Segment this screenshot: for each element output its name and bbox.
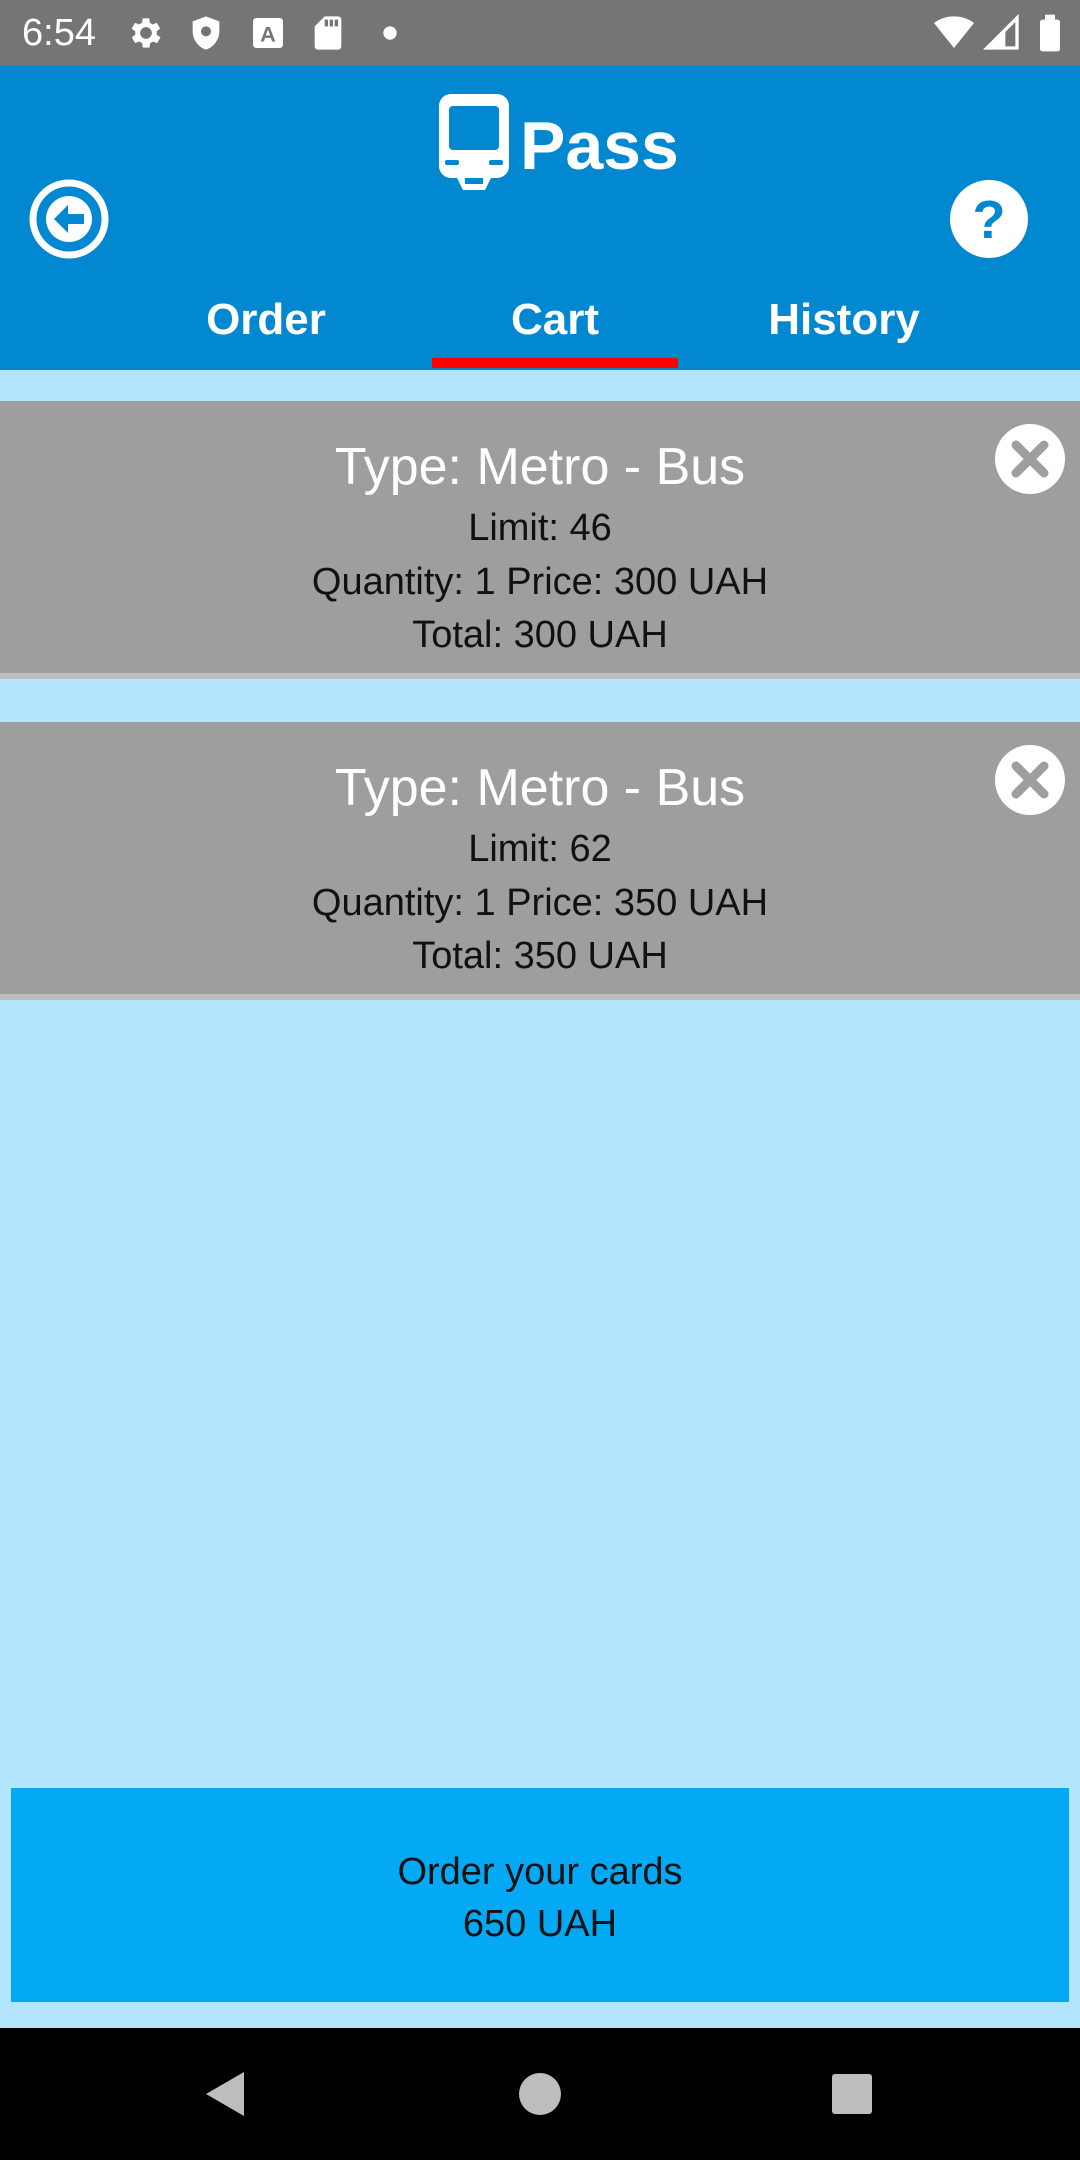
- system-nav-bar: [0, 2028, 1080, 2160]
- tab-order[interactable]: Order: [150, 270, 382, 370]
- wifi-icon: [934, 16, 974, 48]
- order-button-total: 650 UAH: [462, 1903, 618, 1945]
- cart-item-total: Total: 300 UAH: [412, 614, 668, 656]
- help-question-circle-icon[interactable]: ?: [948, 178, 1030, 260]
- status-time: 6:54: [22, 12, 96, 54]
- cart-item-limit: Limit: 46: [468, 507, 612, 549]
- shield-icon: [192, 16, 220, 50]
- close-circle-icon[interactable]: [994, 744, 1066, 816]
- svg-text:?: ?: [973, 190, 1006, 250]
- status-bar: 6:54 A: [0, 0, 1080, 66]
- cart-item-limit: Limit: 62: [468, 828, 612, 870]
- app-title: Pass: [520, 108, 679, 184]
- settings-gear-icon: [131, 18, 161, 48]
- svg-text:A: A: [260, 21, 276, 46]
- home-circle-icon[interactable]: [510, 2064, 570, 2124]
- back-triangle-icon[interactable]: [196, 2064, 256, 2124]
- active-tab-indicator: [432, 358, 678, 368]
- a-keyboard-icon: A: [253, 18, 283, 48]
- cart-item-type: Type: Metro - Bus: [334, 759, 746, 817]
- cart-item: Type: Metro - Bus Limit: 62 Quantity: 1 …: [0, 722, 1080, 1000]
- cart-item-quantity-price: Quantity: 1 Price: 350 UAH: [311, 882, 769, 924]
- cart-item-quantity-price: Quantity: 1 Price: 300 UAH: [311, 561, 769, 603]
- cart-item-type: Type: Metro - Bus: [334, 438, 746, 496]
- signal-icon: [982, 13, 1019, 50]
- back-arrow-circle-icon[interactable]: [28, 178, 110, 260]
- recents-square-icon[interactable]: [822, 2064, 882, 2124]
- order-button-label: Order your cards: [397, 1851, 683, 1893]
- cart-item: Type: Metro - Bus Limit: 46 Quantity: 1 …: [0, 401, 1080, 679]
- close-circle-icon[interactable]: [994, 423, 1066, 495]
- battery-icon: [1040, 14, 1060, 52]
- tab-cart[interactable]: Cart: [432, 270, 678, 370]
- sd-card-icon: [314, 16, 342, 50]
- order-cards-button[interactable]: Order your cards 650 UAH: [11, 1788, 1069, 2002]
- app-header: Pass ? Order Cart History: [0, 66, 1080, 370]
- dot-icon: [383, 26, 397, 40]
- cart-item-total: Total: 350 UAH: [412, 935, 668, 977]
- tab-history[interactable]: History: [728, 270, 960, 370]
- metro-train-icon: [439, 94, 509, 190]
